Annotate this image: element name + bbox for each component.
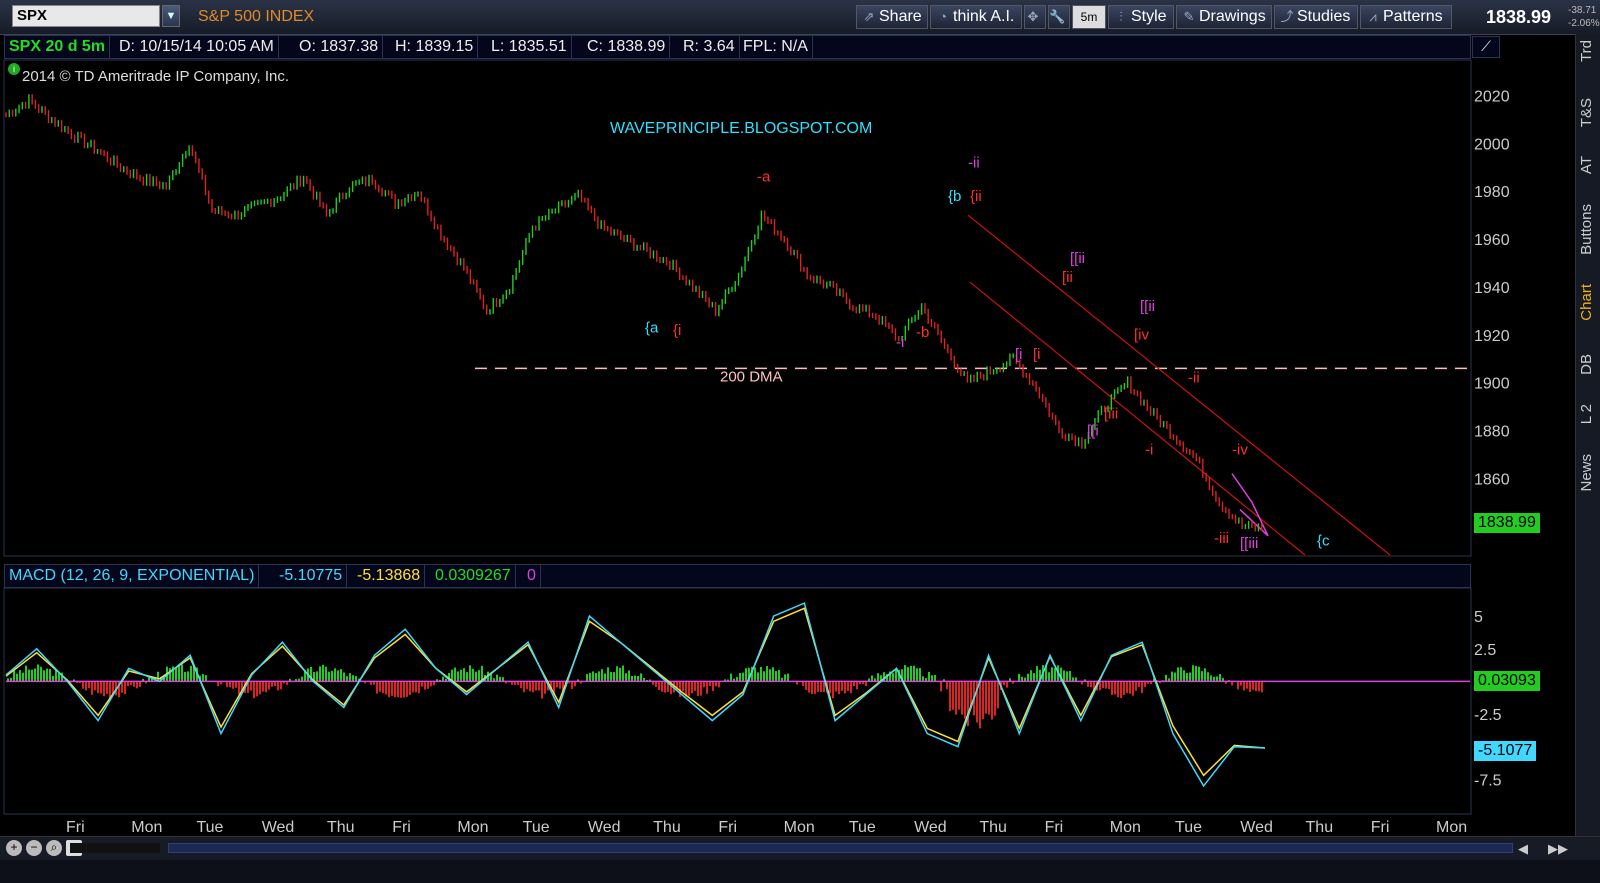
chart-type-icon[interactable]: ⟋ bbox=[1472, 36, 1500, 58]
moving-average-label: 200 DMA bbox=[720, 368, 783, 385]
macd-avg-line bbox=[5, 607, 1266, 777]
macd-tick-label: 5 bbox=[1474, 609, 1483, 626]
zoom-out-icon[interactable]: − bbox=[26, 840, 42, 856]
wave-label: [i bbox=[1015, 346, 1023, 363]
time-tick-label: Tue bbox=[1175, 819, 1202, 836]
time-tick-label: Mon bbox=[1436, 819, 1467, 836]
wave-label: {ii bbox=[970, 188, 982, 205]
scroll-right-icon[interactable]: ▶▶ bbox=[1548, 841, 1568, 857]
time-tick-label: Fri bbox=[66, 819, 85, 836]
zoom-in-icon[interactable]: + bbox=[6, 840, 22, 856]
time-tick-label: Mon bbox=[1110, 819, 1141, 836]
wave-label: -i bbox=[1145, 441, 1153, 458]
wave-label: [[ii bbox=[1140, 298, 1155, 315]
channel-upper-line bbox=[967, 214, 1391, 556]
macd-diff: 0.0309267 bbox=[431, 565, 516, 587]
macd-zero: 0 bbox=[523, 565, 541, 587]
macd-tick-label: 2.5 bbox=[1474, 642, 1496, 659]
price-tick-label: 1860 bbox=[1474, 471, 1510, 488]
status-bar bbox=[0, 860, 1600, 883]
time-tick-label: Wed bbox=[1240, 819, 1273, 836]
time-tick-label: Thu bbox=[327, 819, 355, 836]
scroll-left-icon[interactable]: ◀ bbox=[1518, 841, 1528, 857]
wave-label: -a bbox=[757, 169, 771, 186]
price-tick-label: 2020 bbox=[1474, 89, 1510, 106]
time-tick-label: Fri bbox=[718, 819, 737, 836]
time-scrollbar[interactable] bbox=[168, 843, 1513, 853]
tab-db[interactable]: DB bbox=[1578, 354, 1600, 375]
macd-value-tag: -5.1077 bbox=[1474, 741, 1537, 761]
bottom-toolbar: + − ⌕ ↖ ◀ ▶▶ bbox=[0, 836, 1600, 861]
macd-value: -5.10775 bbox=[275, 565, 348, 587]
wave-label: [iv bbox=[1134, 327, 1150, 344]
wave-label: -b bbox=[916, 324, 929, 341]
macd-tick-label: -7.5 bbox=[1474, 772, 1502, 789]
wedge-pattern bbox=[1231, 473, 1269, 537]
time-tick-label: Thu bbox=[653, 819, 681, 836]
tab-trd[interactable]: Trd bbox=[1578, 40, 1600, 62]
macd-value-line bbox=[5, 602, 1266, 788]
watermark-text: WAVEPRINCIPLE.BLOGSPOT.COM bbox=[610, 120, 873, 137]
wave-label: -ii bbox=[968, 154, 980, 171]
wave-label: -i bbox=[896, 334, 904, 351]
time-tick-label: Wed bbox=[262, 819, 295, 836]
price-tick-label: 1900 bbox=[1474, 376, 1510, 393]
price-tick-label: 1940 bbox=[1474, 280, 1510, 297]
wave-label: [[ii bbox=[1070, 250, 1085, 267]
wave-label: {c bbox=[1317, 532, 1330, 549]
macd-avg: -5.13868 bbox=[353, 565, 426, 587]
tab-buttons[interactable]: Buttons bbox=[1578, 204, 1600, 255]
time-tick-label: Thu bbox=[1306, 819, 1334, 836]
price-tick-label: 2000 bbox=[1474, 136, 1510, 153]
side-tabs: Trd T&S AT Buttons Chart DB L 2 News bbox=[1575, 34, 1600, 854]
tab-at[interactable]: AT bbox=[1578, 156, 1600, 174]
tab-news[interactable]: News bbox=[1578, 454, 1600, 492]
time-tick-label: Tue bbox=[849, 819, 876, 836]
time-tick-label: Fri bbox=[1371, 819, 1390, 836]
channel-lower-line bbox=[969, 281, 1306, 556]
macd-title: MACD (12, 26, 9, EXPONENTIAL) bbox=[5, 565, 260, 587]
tab-level2[interactable]: L 2 bbox=[1578, 404, 1600, 424]
wave-label: {a bbox=[645, 319, 659, 336]
wave-label: {i bbox=[673, 322, 681, 339]
time-tick-label: Tue bbox=[196, 819, 223, 836]
macd-panel-border bbox=[3, 587, 1472, 815]
time-tick-label: Tue bbox=[523, 819, 550, 836]
price-tick-label: 1920 bbox=[1474, 328, 1510, 345]
time-tick-label: Mon bbox=[131, 819, 162, 836]
wave-label: [ii bbox=[1062, 269, 1073, 286]
wave-label: -iv bbox=[1232, 441, 1248, 458]
macd-tick-label: -2.5 bbox=[1474, 707, 1502, 724]
time-tick-label: Mon bbox=[784, 819, 815, 836]
wave-label: -iii bbox=[1214, 530, 1229, 547]
price-tick-label: 1960 bbox=[1474, 232, 1510, 249]
macd-info-bar: MACD (12, 26, 9, EXPONENTIAL) -5.10775 -… bbox=[4, 564, 1471, 588]
time-tick-label: Wed bbox=[914, 819, 947, 836]
time-tick-label: Thu bbox=[979, 819, 1007, 836]
wave-label: [[i bbox=[1087, 422, 1099, 439]
price-tick-label: 1980 bbox=[1474, 184, 1510, 201]
tab-time-sales[interactable]: T&S bbox=[1578, 98, 1600, 127]
time-tick-label: Wed bbox=[588, 819, 621, 836]
magnify-icon[interactable]: ⌕ bbox=[46, 840, 62, 856]
scrollbar-thumb[interactable] bbox=[70, 843, 160, 853]
last-price-tag: 1838.99 bbox=[1474, 513, 1540, 533]
wave-label: [[iii bbox=[1240, 535, 1258, 552]
wave-label: [iii bbox=[1104, 406, 1118, 423]
price-tick-label: 1880 bbox=[1474, 424, 1510, 441]
wave-label: {b bbox=[948, 188, 961, 205]
time-tick-label: Fri bbox=[1045, 819, 1064, 836]
time-tick-label: Mon bbox=[457, 819, 488, 836]
wave-label: -ii bbox=[1188, 370, 1200, 387]
tab-chart[interactable]: Chart bbox=[1578, 284, 1600, 321]
wave-label: [i bbox=[1033, 346, 1041, 363]
time-tick-label: Fri bbox=[392, 819, 411, 836]
macd-diff-tag: 0.03093 bbox=[1474, 671, 1540, 691]
